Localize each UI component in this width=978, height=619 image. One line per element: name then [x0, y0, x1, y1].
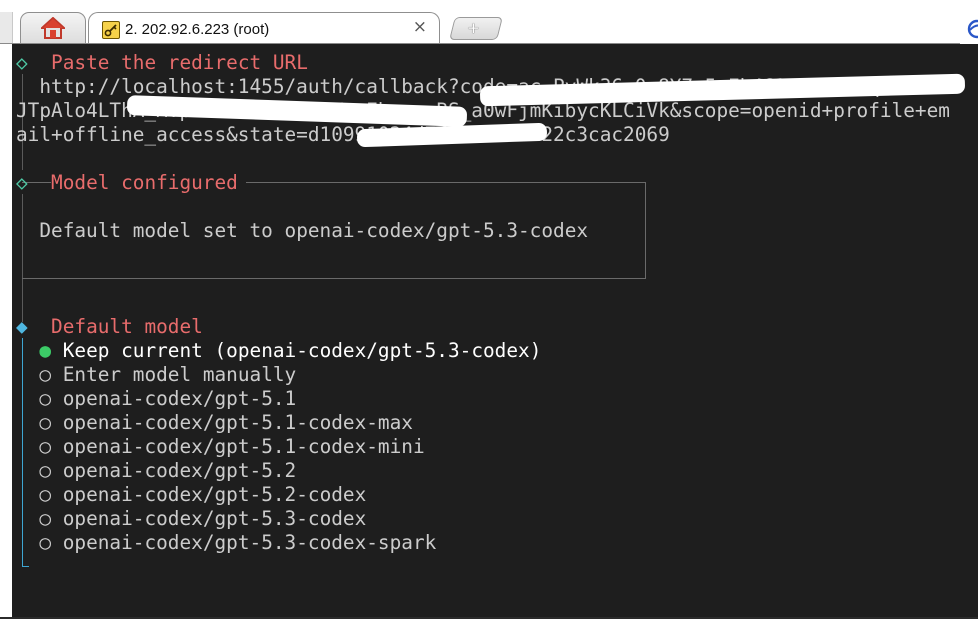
- model-option[interactable]: ○ openai-codex/gpt-5.1: [16, 387, 296, 411]
- model-configured-header: ◇ Model configured: [16, 171, 246, 195]
- model-option-selected[interactable]: ● Keep current (openai-codex/gpt-5.3-cod…: [16, 339, 541, 363]
- terminal-output[interactable]: ◇ Paste the redirect URL http://localhos…: [12, 44, 978, 619]
- default-model-header: ◆ Default model: [16, 315, 203, 339]
- model-option[interactable]: ○ openai-codex/gpt-5.3-codex: [16, 507, 366, 531]
- model-option[interactable]: ○ openai-codex/gpt-5.2: [16, 459, 296, 483]
- radio-empty-icon: ○: [39, 483, 52, 506]
- model-option[interactable]: ○ Enter model manually: [16, 363, 296, 387]
- paste-url-title: Paste the redirect URL: [51, 51, 308, 74]
- key-icon: [102, 21, 120, 39]
- diamond-filled-icon: ◆: [16, 315, 28, 338]
- model-option[interactable]: ○ openai-codex/gpt-5.2-codex: [16, 483, 366, 507]
- paste-url-step-header: ◇ Paste the redirect URL: [16, 51, 308, 75]
- tab-bar: 2. 202.92.6.223 (root) × +: [0, 0, 978, 45]
- redirect-url-line-3: ail+offline_access&state=d10991024d7f002…: [16, 123, 670, 146]
- default-model-title: Default model: [51, 315, 203, 338]
- plus-icon: +: [467, 19, 480, 37]
- close-tab-icon[interactable]: ×: [413, 17, 427, 37]
- tab-bar-left-edge: [0, 12, 13, 44]
- home-tab[interactable]: [20, 12, 86, 45]
- model-option[interactable]: ○ openai-codex/gpt-5.1-codex-max: [16, 411, 413, 435]
- new-tab-button[interactable]: +: [449, 17, 503, 40]
- diamond-outline-icon: ◇: [16, 171, 28, 194]
- model-configured-title: Model configured: [51, 171, 246, 194]
- radio-empty-icon: ○: [39, 459, 52, 482]
- model-configured-message: Default model set to openai-codex/gpt-5.…: [39, 219, 589, 242]
- session-tab[interactable]: 2. 202.92.6.223 (root) ×: [88, 12, 440, 45]
- radio-empty-icon: ○: [39, 387, 52, 410]
- radio-empty-icon: ○: [39, 435, 52, 458]
- radio-selected-icon: ●: [39, 339, 52, 362]
- home-icon: [41, 17, 65, 39]
- model-option[interactable]: ○ openai-codex/gpt-5.3-codex-spark: [16, 531, 436, 555]
- browser-edge-icon: [966, 18, 978, 40]
- radio-empty-icon: ○: [39, 507, 52, 530]
- active-step-end: [22, 566, 29, 567]
- radio-empty-icon: ○: [39, 531, 52, 554]
- model-option[interactable]: ○ openai-codex/gpt-5.1-codex-mini: [16, 435, 424, 459]
- radio-empty-icon: ○: [39, 411, 52, 434]
- session-tab-title: 2. 202.92.6.223 (root): [125, 21, 270, 38]
- diamond-outline-icon: ◇: [16, 51, 28, 74]
- radio-empty-icon: ○: [39, 363, 52, 386]
